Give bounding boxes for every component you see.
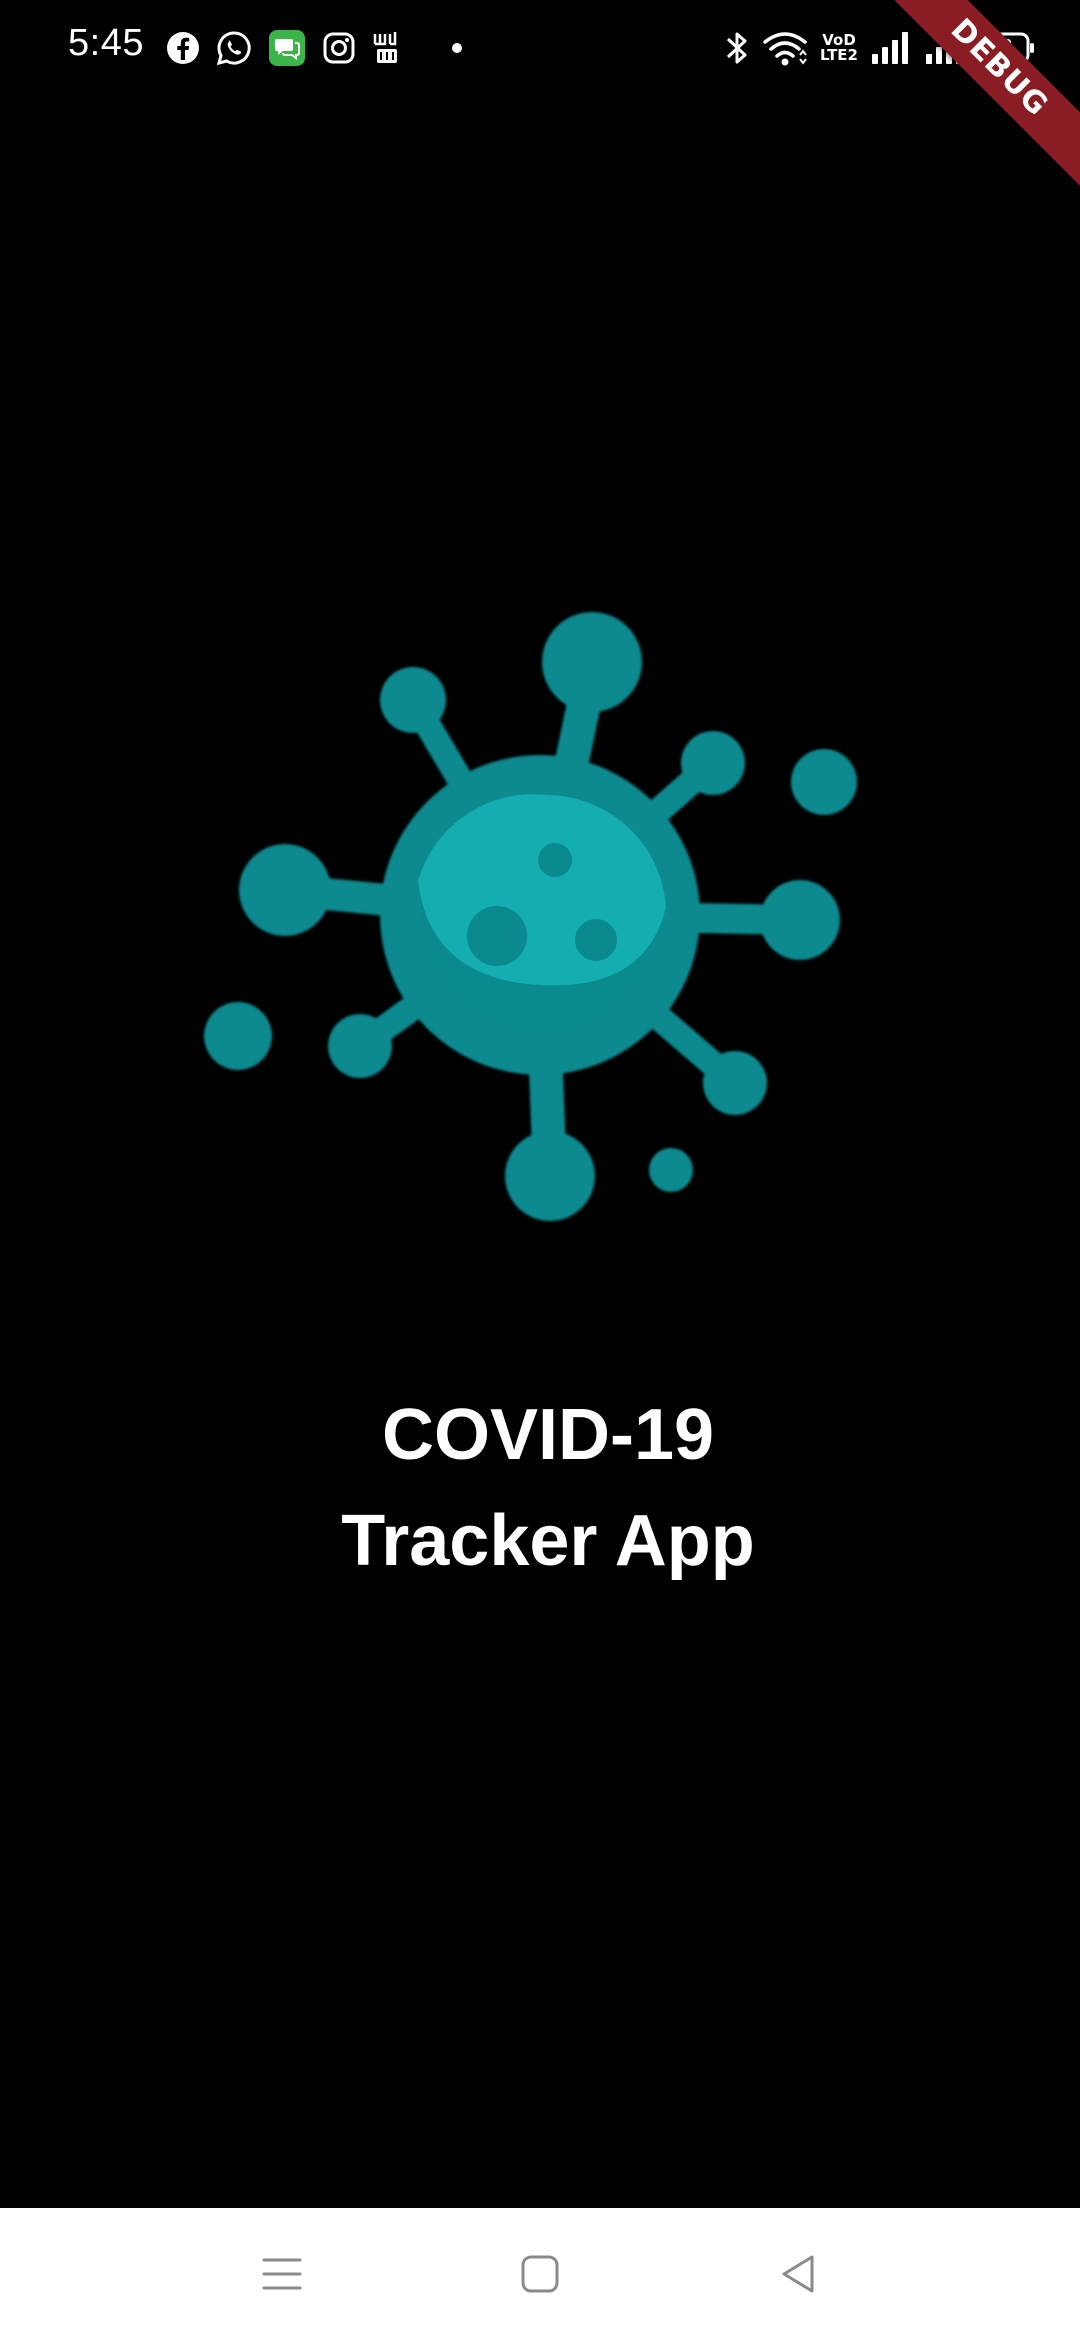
- wifi-icon: [762, 29, 808, 67]
- notification-icons: [166, 28, 462, 68]
- volte-icon: VoD LTE2: [820, 33, 858, 63]
- back-button[interactable]: [768, 2244, 828, 2304]
- menu-icon: [262, 2258, 302, 2290]
- instagram-icon: [322, 31, 356, 65]
- notification-dot: [452, 43, 462, 53]
- home-icon: [521, 2255, 559, 2293]
- status-time: 5:45: [68, 22, 144, 64]
- signal-icon: [870, 30, 912, 66]
- messages-icon: [268, 29, 306, 67]
- home-button[interactable]: [510, 2244, 570, 2304]
- volte-line-2: LTE2: [820, 46, 858, 64]
- app-title-line-2: Tracker App: [341, 1501, 755, 1581]
- whatsapp-icon: [216, 30, 252, 66]
- bluetooth-icon: [724, 29, 750, 67]
- app-title: COVID-19 Tracker App: [8, 1382, 1080, 1594]
- menu-button[interactable]: [252, 2244, 312, 2304]
- virus-icon: [204, 612, 857, 1221]
- facebook-icon: [166, 31, 200, 65]
- back-icon: [782, 2255, 814, 2293]
- navigation-bar: [0, 2208, 1080, 2340]
- app-title-line-1: COVID-19: [381, 1395, 715, 1475]
- arabic-calendar-icon: [372, 30, 402, 66]
- splash-screen: 5:45 VoD LTE2 DEBUG COVID-19 Tracker App: [0, 0, 1080, 2340]
